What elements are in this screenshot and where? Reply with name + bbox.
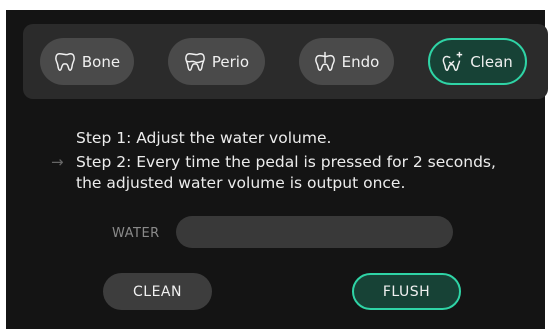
tooth-sparkle-icon xyxy=(442,51,463,71)
mode-selector-bar: Bone Perio Endo Clean xyxy=(23,24,548,99)
step-2-text-line1: Step 2: Every time the pedal is pressed … xyxy=(76,153,496,171)
tooth-icon xyxy=(54,52,75,71)
mode-button-perio[interactable]: Perio xyxy=(168,38,265,85)
device-screen: Bone Perio Endo Clean Step 1: Adjust the… xyxy=(6,10,548,329)
step-2-text-line2: the adjusted water volume is output once… xyxy=(76,174,406,192)
mode-button-bone[interactable]: Bone xyxy=(40,38,134,85)
flush-button[interactable]: FLUSH xyxy=(352,273,461,310)
mode-label-bone: Bone xyxy=(81,52,121,71)
step-1-text: Step 1: Adjust the water volume. xyxy=(76,129,332,147)
water-label: WATER xyxy=(112,226,160,241)
mode-label-endo: Endo xyxy=(341,52,380,71)
tooth-file-icon xyxy=(314,51,335,71)
mode-button-endo[interactable]: Endo xyxy=(299,38,394,85)
mode-label-clean: Clean xyxy=(470,52,513,71)
current-step-arrow-icon: → xyxy=(51,153,64,171)
clean-button[interactable]: CLEAN xyxy=(103,273,212,310)
mode-button-clean[interactable]: Clean xyxy=(428,38,527,85)
water-volume-slider[interactable] xyxy=(176,216,453,248)
tooth-gum-icon xyxy=(184,52,205,71)
mode-label-perio: Perio xyxy=(211,52,250,71)
